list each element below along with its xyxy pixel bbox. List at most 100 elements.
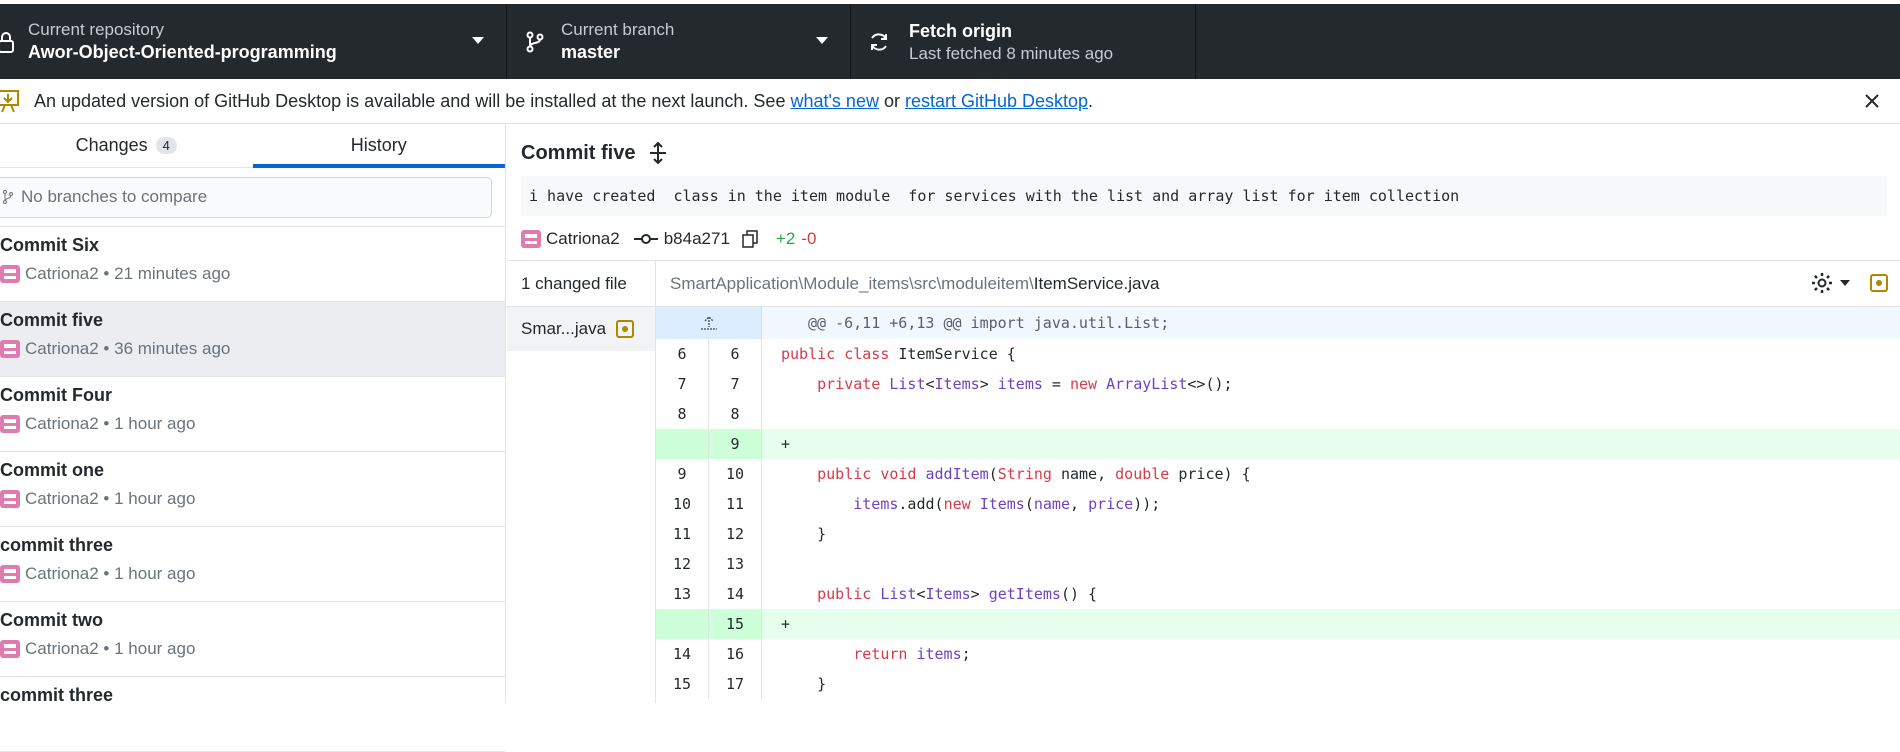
diff-line[interactable]: 6 6 public class ItemService { — [656, 339, 1900, 369]
code-line: public List<Items> getItems() { — [781, 585, 1098, 603]
tab-history-label: History — [350, 135, 407, 155]
git-commit-icon — [633, 232, 658, 246]
fetch-origin-button[interactable]: Fetch origin Last fetched 8 minutes ago — [851, 4, 1196, 79]
commit-list-item[interactable]: commit three — [0, 677, 505, 752]
old-line-number: 15 — [656, 669, 709, 699]
restart-link[interactable]: restart GitHub Desktop — [905, 91, 1088, 112]
code-line: public class ItemService { — [781, 345, 1016, 363]
close-icon[interactable] — [1860, 89, 1884, 113]
new-line-number: 12 — [709, 519, 762, 549]
commit-title: commit three — [0, 685, 114, 705]
commit-list-item[interactable]: Commit two Catriona2 • 1 hour ago — [0, 602, 505, 677]
commit-summary: Commit five i have created class in the … — [507, 124, 1900, 261]
commit-meta: Catriona2 • 21 minutes ago — [25, 264, 231, 283]
diff-line[interactable]: 11 12 } — [656, 519, 1900, 549]
file-modified-icon — [616, 320, 635, 338]
avatar — [0, 263, 20, 285]
diff-line-added[interactable]: 9 + — [656, 429, 1900, 459]
code-line: items.add(new Items(name, price)); — [781, 495, 1161, 513]
avatar — [0, 638, 20, 660]
commit-title: Commit one — [0, 460, 105, 480]
banner-text: An updated version of GitHub Desktop is … — [34, 90, 791, 111]
diff-line[interactable]: 15 17 } — [656, 669, 1900, 699]
new-line-number: 14 — [709, 579, 762, 609]
repo-name: Awor-Object-Oriented-programming — [28, 42, 337, 62]
current-repository-button[interactable]: Current repository Awor-Object-Oriented-… — [0, 4, 507, 79]
commit-sha: b84a271 — [663, 229, 730, 248]
expand-icon[interactable] — [647, 141, 669, 165]
code-line: return items; — [781, 645, 971, 663]
file-name: Smar...java — [521, 319, 607, 338]
new-line-number: 15 — [709, 609, 762, 639]
changed-files-header: 1 changed file — [507, 261, 655, 307]
expand-up-icon[interactable] — [656, 307, 762, 339]
compare-branch-input[interactable]: No branches to compare — [0, 176, 492, 218]
branch-compare: No branches to compare — [0, 168, 505, 227]
gear-icon[interactable] — [1810, 271, 1834, 295]
avatar — [0, 338, 20, 360]
chevron-down-icon[interactable] — [1840, 280, 1850, 286]
commit-title: Commit two — [0, 610, 103, 630]
diff-line[interactable]: 13 14 public List<Items> getItems() { — [656, 579, 1900, 609]
commit-list-item[interactable]: Commit one Catriona2 • 1 hour ago — [0, 452, 505, 527]
new-line-number: 10 — [709, 459, 762, 489]
new-line-number: 13 — [709, 549, 762, 579]
new-line-number: 7 — [709, 369, 762, 399]
code-line: + — [781, 435, 791, 453]
current-branch-button[interactable]: Current branch master — [507, 4, 851, 79]
tab-changes[interactable]: Changes 4 — [0, 124, 253, 167]
new-line-number: 9 — [709, 429, 762, 459]
file-path-name: ItemService.java — [1033, 273, 1160, 293]
commit-list-item[interactable]: Commit Four Catriona2 • 1 hour ago — [0, 377, 505, 452]
old-line-number: 9 — [656, 459, 709, 489]
commit-description: i have created class in the item module … — [521, 176, 1887, 216]
old-line-number: 7 — [656, 369, 709, 399]
new-line-number: 17 — [709, 669, 762, 699]
repo-label: Current repository — [28, 20, 165, 39]
deletions-count: -0 — [801, 229, 817, 248]
diff-line[interactable]: 8 8 — [656, 399, 1900, 429]
diff-line[interactable]: 12 13 — [656, 549, 1900, 579]
avatar — [0, 488, 20, 510]
file-list-item[interactable]: Smar...java — [507, 307, 655, 351]
banner-text-end: . — [1088, 90, 1094, 111]
additions-count: +2 — [775, 229, 796, 248]
new-line-number: 6 — [709, 339, 762, 369]
chevron-down-icon — [816, 37, 828, 44]
commit-list-item[interactable]: commit three Catriona2 • 1 hour ago — [0, 527, 505, 602]
diff-hunk-header: @@ -6,11 +6,13 @@ import java.util.List; — [656, 307, 1900, 339]
code-line: + — [781, 615, 791, 633]
changed-files-list: 1 changed file Smar...java — [507, 261, 656, 703]
code-line: } — [781, 675, 827, 693]
commit-list-item[interactable]: Commit Six Catriona2 • 21 minutes ago — [0, 227, 505, 302]
old-line-number: 6 — [656, 339, 709, 369]
diff-line[interactable]: 14 16 return items; — [656, 639, 1900, 669]
main-panel: Commit five i have created class in the … — [507, 124, 1900, 703]
toolbar: Current repository Awor-Object-Oriented-… — [0, 0, 1900, 79]
diff-line-added[interactable]: 15 + — [656, 609, 1900, 639]
sidebar-tabs: Changes 4 History — [0, 124, 505, 168]
commit-list-item[interactable]: Commit five Catriona2 • 36 minutes ago — [0, 302, 505, 377]
git-branch-icon — [521, 28, 549, 56]
chevron-down-icon — [472, 37, 484, 44]
diff-line[interactable]: 9 10 public void addItem(String name, do… — [656, 459, 1900, 489]
whats-new-link[interactable]: what's new — [790, 91, 878, 112]
commit-meta: Catriona2 • 1 hour ago — [25, 414, 196, 433]
diff-line[interactable]: 7 7 private List<Items> items = new Arra… — [656, 369, 1900, 399]
commit-meta: Catriona2 • 36 minutes ago — [25, 339, 231, 358]
old-line-number: 10 — [656, 489, 709, 519]
commit-title-heading: Commit five — [521, 141, 636, 164]
old-line-number: 13 — [656, 579, 709, 609]
tab-history[interactable]: History — [252, 124, 506, 168]
new-line-number: 16 — [709, 639, 762, 669]
diff-view: SmartApplication\Module_items\src\module… — [656, 261, 1900, 703]
old-line-number: 12 — [656, 549, 709, 579]
avatar — [521, 228, 541, 250]
copy-icon[interactable] — [742, 230, 758, 248]
compare-placeholder: No branches to compare — [21, 187, 208, 206]
branch-icon — [3, 190, 13, 204]
avatar — [0, 413, 20, 435]
diff-line[interactable]: 10 11 items.add(new Items(name, price)); — [656, 489, 1900, 519]
